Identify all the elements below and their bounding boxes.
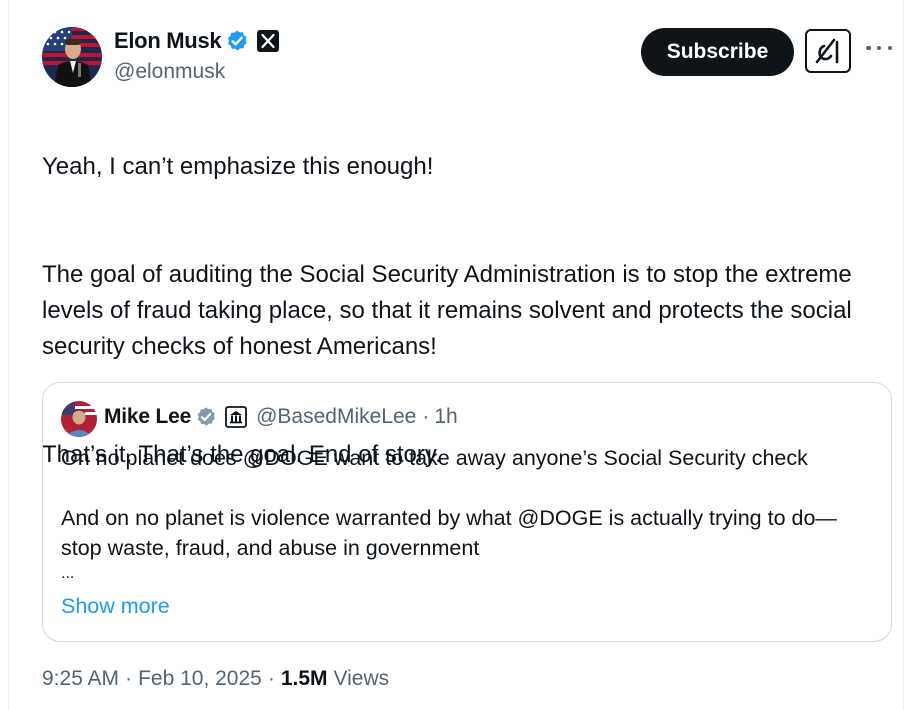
quote-paragraph: On no planet does @DOGE want to take awa…	[61, 446, 808, 470]
author-avatar[interactable]	[42, 27, 102, 87]
more-options-icon[interactable]	[866, 38, 892, 58]
views-label: Views	[333, 667, 390, 690]
meta-separator: ·	[267, 667, 275, 690]
government-building-icon[interactable]	[225, 406, 248, 428]
quote-handle[interactable]: @BasedMikeLee	[256, 405, 416, 429]
author-display-name[interactable]: Elon Musk	[114, 28, 222, 54]
quote-paragraph: And on no planet is violence warranted b…	[61, 506, 837, 560]
tweet-card: Elon Musk @elonmusk Subscribe Yeah, I ca…	[8, 0, 904, 710]
quote-author-avatar[interactable]	[61, 401, 97, 437]
quote-separator: ·	[422, 405, 430, 428]
tweet-date[interactable]: Feb 10, 2025	[138, 667, 262, 691]
quote-time[interactable]: 1h	[434, 405, 457, 429]
quote-header: Mike Lee @BasedMikeLee · 1h	[104, 405, 458, 429]
subscribe-button[interactable]: Subscribe	[641, 28, 794, 76]
verified-badge-icon[interactable]	[225, 29, 249, 53]
tweet-meta: 9:25 AM · Feb 10, 2025 · 1.5M Views	[42, 667, 389, 691]
views-count: 1.5M	[280, 667, 328, 690]
quote-ellipsis: ...	[61, 565, 75, 582]
verified-badge-gray-icon[interactable]	[195, 406, 217, 428]
quoted-tweet[interactable]: Mike Lee @BasedMikeLee · 1h On no planet…	[42, 382, 892, 642]
tweet-paragraph: The goal of auditing the Social Security…	[42, 261, 852, 360]
quote-display-name[interactable]: Mike Lee	[104, 405, 191, 429]
tweet-paragraph: Yeah, I can’t emphasize this enough!	[42, 153, 434, 180]
show-more-link[interactable]: Show more	[61, 594, 170, 619]
quote-body: On no planet does @DOGE want to take awa…	[61, 443, 876, 585]
tweet-time[interactable]: 9:25 AM	[42, 667, 119, 691]
author-handle[interactable]: @elonmusk	[114, 60, 225, 84]
grok-icon[interactable]	[805, 29, 851, 73]
meta-separator: ·	[125, 667, 133, 690]
author-name-row: Elon Musk	[114, 28, 280, 54]
x-logo-icon[interactable]	[256, 29, 280, 53]
